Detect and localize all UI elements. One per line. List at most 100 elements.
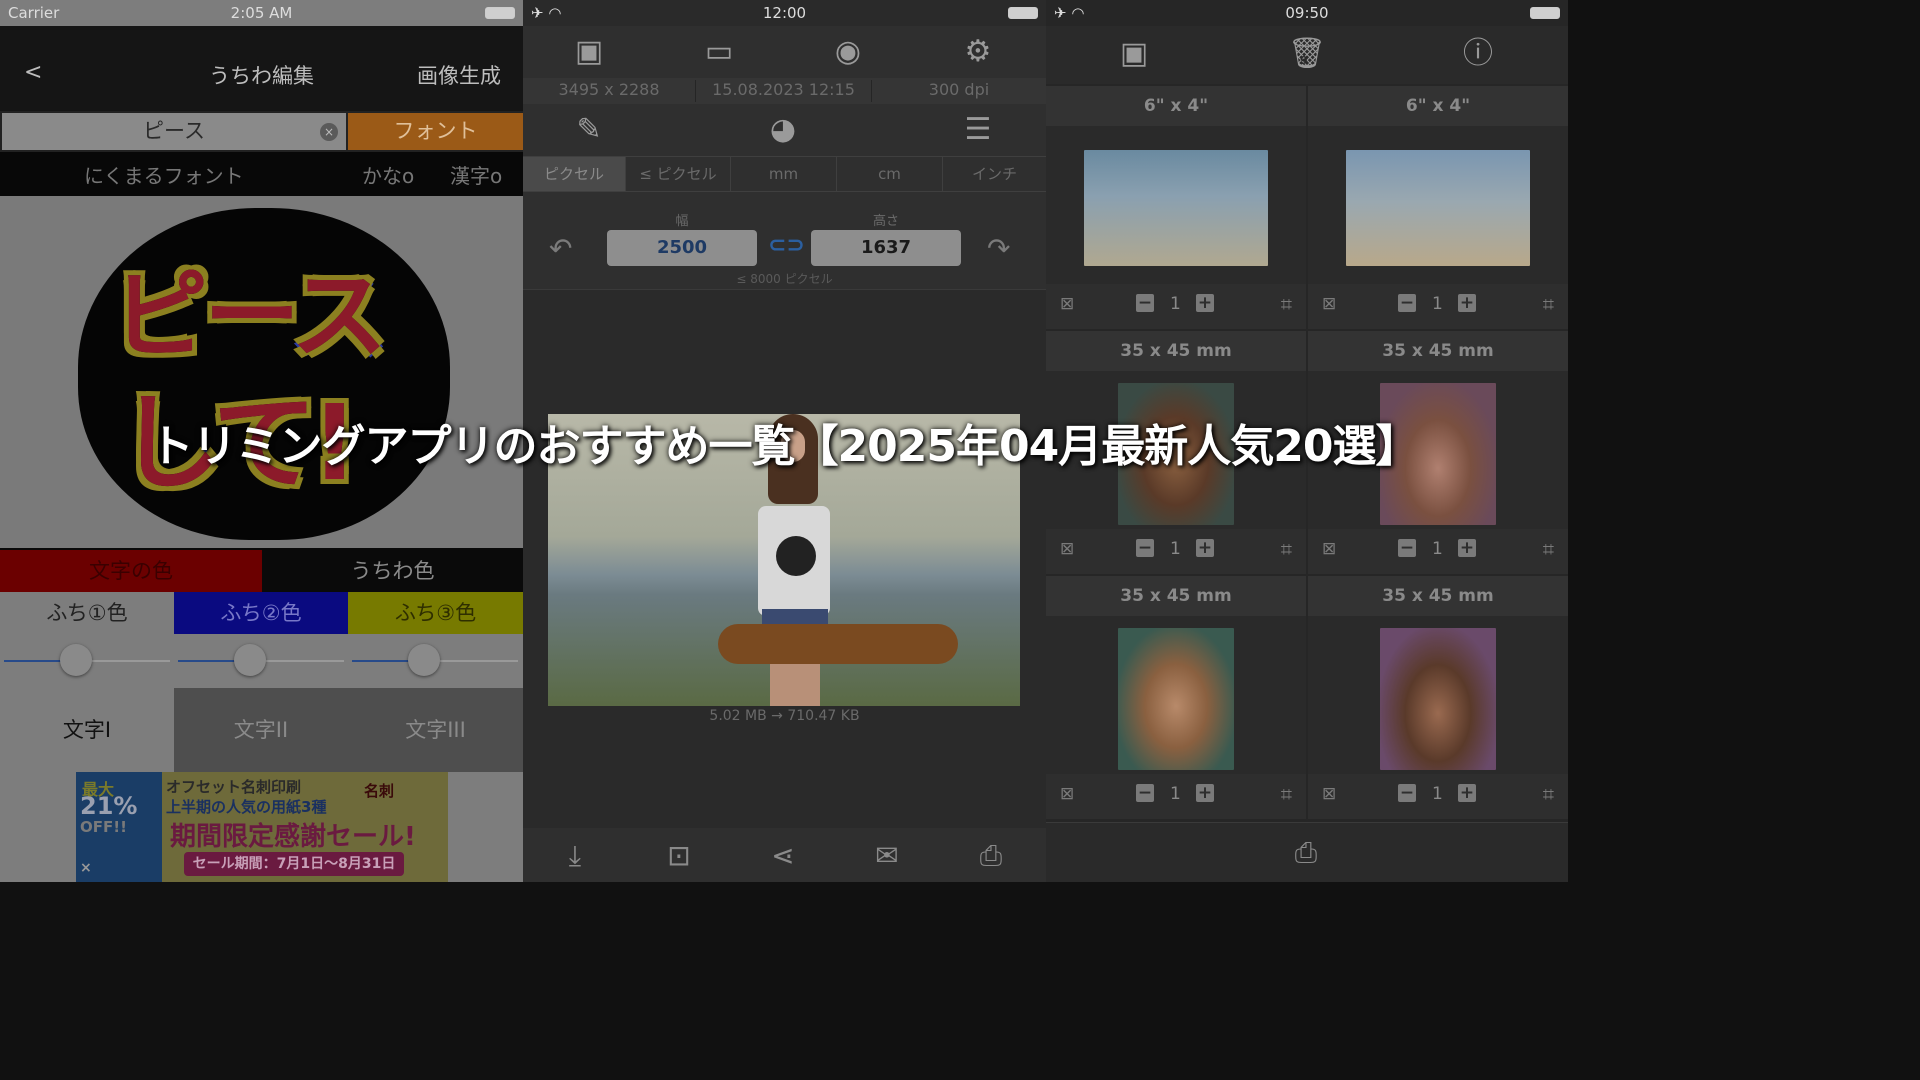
sliders-icon[interactable]: ☰ xyxy=(960,112,996,148)
decrease-button[interactable]: − xyxy=(1136,784,1154,802)
kana-toggle[interactable]: かなo xyxy=(362,160,414,189)
font-name[interactable]: にくまるフォント xyxy=(84,160,244,189)
font-button[interactable]: フォント xyxy=(348,113,523,150)
increase-button[interactable]: + xyxy=(1196,294,1214,312)
gear-icon[interactable]: ⚙ xyxy=(960,34,996,70)
crop-icon[interactable]: ⌗ xyxy=(1543,292,1554,316)
delete-icon[interactable]: ⊠ xyxy=(1322,539,1336,559)
ad-text: オフセット名刺印刷 xyxy=(166,778,302,796)
tab-text-1[interactable]: 文字I xyxy=(0,688,174,772)
delete-icon[interactable]: ⊠ xyxy=(1322,784,1336,804)
gallery-icon[interactable]: ▣ xyxy=(571,34,607,70)
info-icon[interactable]: ⓘ xyxy=(1460,36,1496,72)
decrease-button[interactable]: − xyxy=(1398,539,1416,557)
mail-icon[interactable]: ✉ xyxy=(869,838,905,874)
size-editor: ↶ 幅 2500 ⊂⊃ 高さ 1637 ↷ ≤ 8000 ピクセル xyxy=(523,192,1046,290)
top-toolbar: ▣ ▭ ◉ ⚙ xyxy=(523,26,1046,78)
ad-sale-period: セール期間：7月1日〜8月31日 xyxy=(184,852,404,876)
color-tabs: 文字の色 うちわ色 xyxy=(0,548,523,592)
increase-button[interactable]: + xyxy=(1458,539,1476,557)
tab-border-1-color[interactable]: ふち①色 xyxy=(0,592,174,634)
quantity-value: 1 xyxy=(1432,294,1443,314)
uchiwa-shape: ピース して! xyxy=(78,208,450,540)
gallery-icon[interactable]: ▣ xyxy=(1116,36,1152,72)
camera-icon[interactable]: ◉ xyxy=(830,34,866,70)
status-time: 2:05 AM xyxy=(230,4,293,22)
tab-text-2[interactable]: 文字II xyxy=(174,688,348,772)
increase-button[interactable]: + xyxy=(1196,539,1214,557)
print-cell[interactable]: 6" x 4" ⊠ −1 + ⌗ xyxy=(1308,86,1568,329)
image-info-bar: 3495 x 2288 15.08.2023 12:15 300 dpi xyxy=(523,78,1046,104)
delete-icon[interactable]: ⊠ xyxy=(1322,294,1336,314)
quantity-value: 1 xyxy=(1432,784,1443,804)
palette-icon[interactable]: ◕ xyxy=(765,112,801,148)
photo-thumbnail xyxy=(1380,628,1496,770)
width-label: 幅 xyxy=(675,214,689,229)
print-icon[interactable]: ⎙ xyxy=(1288,835,1324,871)
preview-text-line1: ピース xyxy=(109,258,389,375)
kanji-toggle[interactable]: 漢字o xyxy=(450,160,502,189)
border-3-slider-knob[interactable] xyxy=(408,644,440,676)
generate-image-button[interactable]: 画像生成 xyxy=(417,60,501,90)
status-bar: ✈ ◠ 09:50 xyxy=(1046,0,1568,26)
crop-icon[interactable]: ⌗ xyxy=(1281,782,1292,806)
crop-icon[interactable]: ⌗ xyxy=(1281,537,1292,561)
crop-icon[interactable]: ⌗ xyxy=(1543,537,1554,561)
save-folder-icon[interactable]: ⊡ xyxy=(661,838,697,874)
unit-inch[interactable]: インチ xyxy=(943,157,1046,191)
share-icon[interactable]: ⋖ xyxy=(765,838,801,874)
ad-banner[interactable]: 最大 21% OFF!! オフセット名刺印刷 名刺 上半期の人気の用紙3種 期間… xyxy=(76,772,448,882)
decrease-button[interactable]: − xyxy=(1136,539,1154,557)
screenshot-collage: Carrier 2:05 AM < うちわ編集 画像生成 ピース × フォント … xyxy=(0,0,1568,882)
ad-text: OFF!! xyxy=(80,818,127,836)
border-2-slider-knob[interactable] xyxy=(234,644,266,676)
battery-icon xyxy=(1530,7,1560,19)
print-icon[interactable]: ⎙ xyxy=(973,838,1009,874)
crop-icon[interactable]: ⌗ xyxy=(1543,782,1554,806)
border-width-sliders xyxy=(0,634,523,688)
file-size-note: 5.02 MB → 710.47 KB xyxy=(709,708,860,724)
decrease-button[interactable]: − xyxy=(1398,294,1416,312)
clear-icon[interactable]: × xyxy=(320,123,338,141)
border-1-slider-knob[interactable] xyxy=(60,644,92,676)
tab-border-3-color[interactable]: ふち③色 xyxy=(348,592,523,634)
tab-uchiwa-color[interactable]: うちわ色 xyxy=(262,550,523,592)
print-size-label: 35 x 45 mm xyxy=(1308,331,1568,371)
link-icon[interactable]: ⊂⊃ xyxy=(768,235,805,257)
undo-icon[interactable]: ↶ xyxy=(549,232,572,265)
ad-text: 上半期の人気の用紙3種 xyxy=(166,798,327,816)
tab-text-color[interactable]: 文字の色 xyxy=(0,550,262,592)
increase-button[interactable]: + xyxy=(1458,294,1476,312)
increase-button[interactable]: + xyxy=(1458,784,1476,802)
decrease-button[interactable]: − xyxy=(1136,294,1154,312)
status-time: 09:50 xyxy=(1285,4,1329,22)
print-cell[interactable]: 35 x 45 mm ⊠ −1 + ⌗ xyxy=(1046,576,1306,819)
increase-button[interactable]: + xyxy=(1196,784,1214,802)
height-input[interactable]: 1637 xyxy=(811,230,961,266)
print-size-label: 35 x 45 mm xyxy=(1308,576,1568,616)
redo-icon[interactable]: ↷ xyxy=(987,232,1010,265)
uchiwa-text-input[interactable]: ピース × xyxy=(2,113,346,150)
unit-cm[interactable]: cm xyxy=(837,157,943,191)
ad-logo-text: 名刺 xyxy=(364,782,395,800)
tab-border-2-color[interactable]: ふち②色 xyxy=(174,592,348,634)
tab-text-3[interactable]: 文字III xyxy=(348,688,523,772)
download-icon[interactable]: ⤓ xyxy=(557,838,593,874)
print-cell[interactable]: 35 x 45 mm ⊠ −1 + ⌗ xyxy=(1308,576,1568,819)
unit-max-pixel[interactable]: ≤ ピクセル xyxy=(626,157,731,191)
eraser-icon[interactable]: ✎ xyxy=(571,112,607,148)
crop-icon[interactable]: ⌗ xyxy=(1281,292,1292,316)
unit-pixel[interactable]: ピクセル xyxy=(523,157,626,191)
width-input[interactable]: 2500 xyxy=(607,230,757,266)
ad-close-icon[interactable]: × xyxy=(80,860,92,876)
folder-icon[interactable]: ▭ xyxy=(701,34,737,70)
print-cell[interactable]: 6" x 4" ⊠ −1 + ⌗ xyxy=(1046,86,1306,329)
unit-selector: ピクセル ≤ ピクセル mm cm インチ xyxy=(523,156,1046,192)
unit-mm[interactable]: mm xyxy=(731,157,837,191)
delete-icon[interactable]: ⊠ xyxy=(1060,294,1074,314)
delete-icon[interactable]: ⊠ xyxy=(1060,539,1074,559)
decrease-button[interactable]: − xyxy=(1398,784,1416,802)
battery-icon xyxy=(1008,7,1038,19)
image-date: 15.08.2023 12:15 xyxy=(712,80,855,99)
delete-icon[interactable]: ⊠ xyxy=(1060,784,1074,804)
